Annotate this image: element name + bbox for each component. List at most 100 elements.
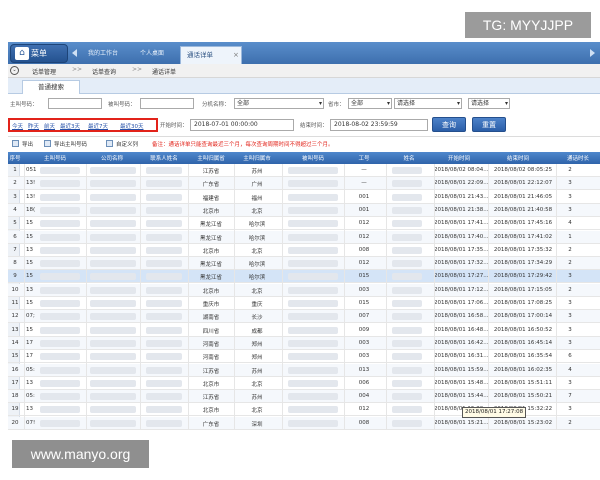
redacted-cell <box>288 180 338 188</box>
table-row[interactable]: 20 07! 广东省 深圳 008 2018/08/01 15:21... 2018/08/… <box>8 416 600 430</box>
table-row[interactable]: 15 17 河南省 郑州 003 2018/08/01 16:31... 2018/08/0… <box>8 350 600 364</box>
cell-id: 012 <box>358 233 370 240</box>
table-row[interactable]: 16 05: 江苏省 苏州 013 2018/08/01 15:59... 2018/08/… <box>8 363 600 377</box>
callee-number-input[interactable] <box>140 98 194 109</box>
quick-last-3-days[interactable]: 最近3天 <box>60 122 80 130</box>
cell-dur: 3 <box>568 180 572 187</box>
cell-caller: 17 <box>26 353 33 360</box>
extension-name-select[interactable]: 全部 <box>234 98 324 109</box>
table-row[interactable]: 2 13! 广东省 广州 — 2018/08/01 22:09... 2018/08/01 … <box>8 177 600 191</box>
caller-number-input[interactable] <box>48 98 102 109</box>
table-row[interactable]: 4 18(北京市 北京 001 2018/08/01 21:38... 2018/08/0… <box>8 203 600 217</box>
customize-columns-button[interactable]: 自定义列 <box>116 140 138 148</box>
quick-today[interactable]: 今天 <box>12 122 23 130</box>
cell-start: 2018/08/01 17:27... <box>434 273 489 280</box>
table-row[interactable]: 7 13 北京市 北京 008 2018/08/01 17:35... 2018/08/01… <box>8 244 600 257</box>
redacted-cell <box>288 366 338 374</box>
cell-caller: 15 <box>26 233 33 240</box>
cell-end: 2018/08/01 17:34:29 <box>493 260 553 267</box>
home-menu-button[interactable]: ⌂ 菜单 <box>10 44 68 63</box>
cell-start: 2018/08/01 17:32... <box>434 260 489 267</box>
collapse-menu-icon[interactable]: ⌄ <box>10 66 19 75</box>
column-header[interactable]: 结束时间 <box>486 154 550 162</box>
quick-yesterday[interactable]: 昨天 <box>28 122 39 130</box>
cell-caller: 17 <box>26 339 33 346</box>
column-header[interactable]: 联系人姓名 <box>142 154 186 162</box>
table-row[interactable]: 1 051 江苏省 苏州 — 2018/08/02 08:04... 2018/08/02 … <box>8 164 600 177</box>
tab-personal-desktop[interactable]: 个人桌面 <box>140 48 164 57</box>
end-time-input[interactable]: 2018-08-02 23:59:59 <box>330 119 428 131</box>
tab-normal-search[interactable]: 普通搜索 <box>22 80 80 94</box>
province-select[interactable]: 全部 <box>348 98 392 109</box>
tab-scroll-right-icon[interactable] <box>590 49 595 57</box>
column-header[interactable]: 开始时间 <box>434 154 484 162</box>
breadcrumb-record-query[interactable]: 话单查询 <box>92 67 116 76</box>
table-row[interactable]: 8 15 黑龙江省 哈尔滨 012 2018/08/01 17:32... 2018/08/… <box>8 257 600 271</box>
table-row[interactable]: 10 13 北京市 北京 003 2018/08/01 17:12... 2018/08/0… <box>8 283 600 297</box>
search-button[interactable]: 查询 <box>432 117 466 132</box>
reset-button[interactable]: 重置 <box>472 117 506 132</box>
grid-toolbar: 导出 导出主叫号码 自定义列 备注：通话详单只能查询最近三个月，每次查询周期时间… <box>8 136 600 150</box>
cell-prov: 四川省 <box>202 328 220 335</box>
cell-start: 2018/08/01 17:41... <box>434 220 489 227</box>
cell-end: 2018/08/01 16:50:52 <box>493 326 553 333</box>
extra-select[interactable]: 请选择 <box>468 98 510 109</box>
table-row[interactable]: 9 15 黑龙江省 哈尔滨 015 2018/08/01 17:27... 2018/08/… <box>8 270 600 284</box>
redacted-cell <box>40 326 80 334</box>
tab-call-details[interactable]: 通话详单 × <box>180 46 242 64</box>
cell-id: 008 <box>358 419 370 426</box>
quick-last-7-days[interactable]: 最近7天 <box>88 122 108 130</box>
redacted-cell <box>40 220 80 228</box>
table-row[interactable]: 12 07; 湖南省 长沙 007 2018/08/01 16:58... 2018/08/… <box>8 310 600 324</box>
column-header[interactable]: 姓名 <box>386 154 432 162</box>
table-row[interactable]: 11 15 重庆市 重庆 015 2018/08/01 17:06... 2018/08/0… <box>8 297 600 310</box>
table-row[interactable]: 18 05: 江苏省 苏州 004 2018/08/01 15:44... 2018/08/… <box>8 390 600 404</box>
redacted-cell <box>90 260 136 268</box>
column-header[interactable]: 被叫号码 <box>282 154 344 162</box>
cell-dur: 3 <box>568 379 572 386</box>
column-header[interactable]: 主叫号码 <box>26 154 84 162</box>
table-row[interactable]: 17 13 北京市 北京 006 2018/08/01 15:48... 2018/08/0… <box>8 377 600 390</box>
redacted-cell <box>146 273 182 281</box>
column-header[interactable]: 公司名称 <box>86 154 138 162</box>
breadcrumb-record-management[interactable]: 话单管理 <box>32 67 56 76</box>
table-row[interactable]: 5 15 黑龙江省 哈尔滨 012 2018/08/01 17:41... 2018/08/… <box>8 217 600 231</box>
column-header[interactable]: 通话时长 <box>556 154 600 162</box>
city-select[interactable]: 请选择 <box>394 98 462 109</box>
column-header[interactable]: 工号 <box>344 154 384 162</box>
column-divider <box>434 164 435 430</box>
tab-workbench[interactable]: 我的工作台 <box>88 48 118 57</box>
cell-start: 2018/08/01 17:40... <box>434 233 489 240</box>
close-icon[interactable]: × <box>233 47 239 63</box>
column-header[interactable]: 主叫归属市 <box>234 154 280 162</box>
redacted-cell <box>90 220 136 228</box>
column-header[interactable]: 主叫归属省 <box>188 154 234 162</box>
redacted-cell <box>146 366 182 374</box>
redacted-cell <box>288 273 338 281</box>
cell-dur: 4 <box>568 366 572 373</box>
export-caller-button[interactable]: 导出主叫号码 <box>54 140 87 148</box>
redacted-cell <box>40 300 80 307</box>
table-row[interactable]: 14 17 河南省 郑州 003 2018/08/01 16:42... 2018/08/0… <box>8 336 600 350</box>
quick-last-30-days[interactable]: 最近30天 <box>120 122 144 130</box>
quick-day-before[interactable]: 前天 <box>44 122 55 130</box>
breadcrumb-call-details[interactable]: 通话详单 <box>152 67 176 76</box>
cell-city: 哈尔滨 <box>248 222 266 229</box>
redacted-cell <box>146 167 182 174</box>
tab-scroll-left-icon[interactable] <box>72 49 77 57</box>
redacted-cell <box>90 393 136 401</box>
cell-prov: 北京市 <box>202 288 220 295</box>
table-row[interactable]: 13 15 四川省 成都 009 2018/08/01 16:48... 2018/08/0… <box>8 324 600 337</box>
cell-id: 001 <box>358 206 370 213</box>
cell-city: 重庆 <box>251 302 263 308</box>
export-button[interactable]: 导出 <box>22 140 33 148</box>
start-time-input[interactable]: 2018-07-01 00:00:00 <box>190 119 294 131</box>
table-row[interactable]: 3 13! 福建省 福州 001 2018/08/01 21:43... 2018/08/0… <box>8 191 600 204</box>
cell-no: 20 <box>11 419 19 426</box>
redacted-cell <box>288 286 338 294</box>
cell-prov: 黑龙江省 <box>199 222 222 229</box>
cell-caller: 051 <box>26 167 37 173</box>
cell-dur: 2 <box>568 286 572 293</box>
table-row[interactable]: 6 15 黑龙江省 哈尔滨 012 2018/08/01 17:40... 2018/08/… <box>8 230 600 244</box>
column-header[interactable]: 序号 <box>8 154 22 162</box>
